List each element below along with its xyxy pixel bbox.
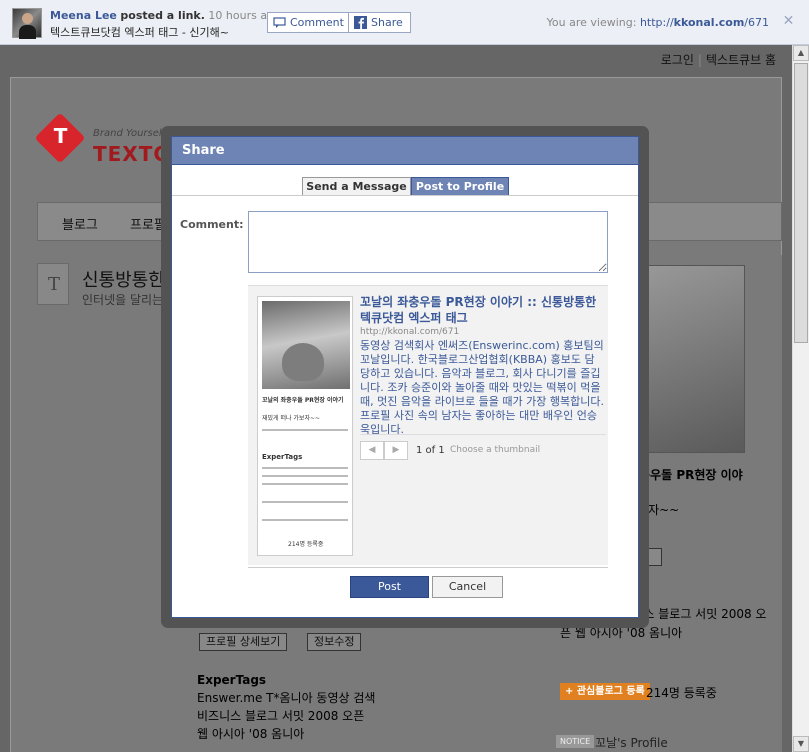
comment-button-label: Comment [290, 16, 344, 29]
page-scrollbar[interactable]: ▲ ▼ [792, 45, 809, 752]
blog-title: 신통방통한 [82, 270, 165, 291]
cancel-button[interactable]: Cancel [432, 576, 503, 598]
top-nav: 로그인 | 텍스트큐브 홈 [660, 53, 776, 67]
thumbnail-count: 1 of 1 [416, 445, 445, 456]
share-button-label: Share [371, 16, 403, 29]
login-link[interactable]: 로그인 [661, 53, 694, 67]
viewing-domain: kkonal.com [673, 16, 745, 29]
scrollbar-thumb[interactable] [794, 63, 808, 343]
user-avatar[interactable] [12, 8, 42, 39]
viewing-link[interactable]: http://kkonal.com/671 [640, 16, 769, 29]
share-dialog: Share Send a Message Post to Profile Com… [171, 136, 639, 618]
thumbnail-pager: ◀ ▶ 1 of 1 Choose a thumbnail [360, 434, 606, 462]
post-title: 텍스트큐브닷컴 엑스퍼 태그 - 신기해~ [50, 26, 229, 39]
attachment-thumbnail[interactable]: 꼬날의 좌충우돌 PR현장 이야기 재밌게 떠나 가보자~~ ExperTags… [257, 296, 353, 556]
post-action: posted a link. [120, 9, 205, 22]
comment-button[interactable]: Comment [267, 12, 352, 33]
document-icon: T [37, 263, 69, 305]
link-attachment: 꼬날의 좌충우돌 PR현장 이야기 재밌게 떠나 가보자~~ ExperTags… [248, 285, 608, 565]
prev-thumbnail-icon[interactable]: ◀ [360, 441, 384, 460]
share-button[interactable]: Share [348, 12, 411, 33]
thumb-count: 214명 등록중 [288, 541, 324, 548]
nav-blog[interactable]: 블로그 [62, 214, 98, 233]
attachment-description[interactable]: 동영상 검색회사 엔써즈(Enswerinc.com) 홍보팀의 꼬날입니다. … [360, 339, 604, 437]
cat-image [282, 343, 324, 381]
thumb-sub: 재밌게 떠나 가보자~~ [262, 415, 321, 422]
comment-label: Comment: [180, 218, 244, 231]
comment-textarea[interactable] [248, 211, 608, 273]
facebook-share-bar: Meena Lee posted a link. 10 hours ago 텍스… [0, 0, 809, 45]
edit-info-button[interactable]: 정보수정 [307, 633, 362, 651]
user-name-link[interactable]: Meena Lee [50, 9, 117, 22]
scroll-down-arrow-icon[interactable]: ▼ [793, 736, 809, 752]
logo-tagline: Brand Yoursel [93, 128, 162, 139]
footer-divider [248, 567, 608, 568]
viewing-url: You are viewing: http://kkonal.com/671 [547, 16, 769, 29]
post-button[interactable]: Post [350, 576, 429, 598]
viewing-path: /671 [744, 16, 769, 29]
attachment-title[interactable]: 꼬날의 좌충우돌 PR현장 이야기 :: 신통방통한 텍큐닷컴 엑스퍼 태그 [360, 294, 604, 326]
notice-badge: NOTICE [556, 735, 595, 748]
post-header: Meena Lee posted a link. 10 hours ago [50, 9, 281, 22]
scroll-up-arrow-icon[interactable]: ▲ [793, 45, 809, 61]
viewing-label: You are viewing: [546, 16, 637, 29]
textcube-home-link[interactable]: 텍스트큐브 홈 [706, 53, 776, 67]
subscribe-count: 214명 등록중 [646, 686, 717, 700]
profile-detail-button[interactable]: 프로필 상세보기 [199, 633, 288, 651]
attachment-url: http://kkonal.com/671 [360, 327, 460, 337]
thumb-title: 꼬날의 좌충우돌 PR현장 이야기 [262, 397, 344, 404]
close-icon[interactable]: ✕ [781, 14, 796, 29]
facebook-f-icon [354, 16, 367, 29]
profile-heading: 꼬날's Profile [595, 736, 668, 750]
choose-thumbnail-label: Choose a thumbnail [450, 445, 541, 455]
avatar-head [22, 13, 33, 24]
expertags-list: Enswer.me T*옴니아 동영상 검색 비즈니스 블로그 서밋 2008 … [197, 691, 376, 741]
avatar-body [19, 25, 36, 39]
tab-send-message[interactable]: Send a Message [302, 177, 411, 196]
expertags-title: ExperTags [197, 673, 267, 687]
next-thumbnail-icon[interactable]: ▶ [384, 441, 408, 460]
dialog-title: Share [172, 137, 638, 165]
viewing-prefix: http:// [639, 16, 674, 29]
speech-bubble-icon [273, 17, 286, 28]
tab-divider [172, 195, 638, 196]
tab-post-to-profile[interactable]: Post to Profile [411, 177, 509, 196]
thumb-tags: ExperTags [262, 453, 303, 461]
subscribe-button[interactable]: + 관심블로그 등록 [560, 683, 650, 700]
blog-subtitle: 인터넷을 달리는 [82, 293, 164, 307]
